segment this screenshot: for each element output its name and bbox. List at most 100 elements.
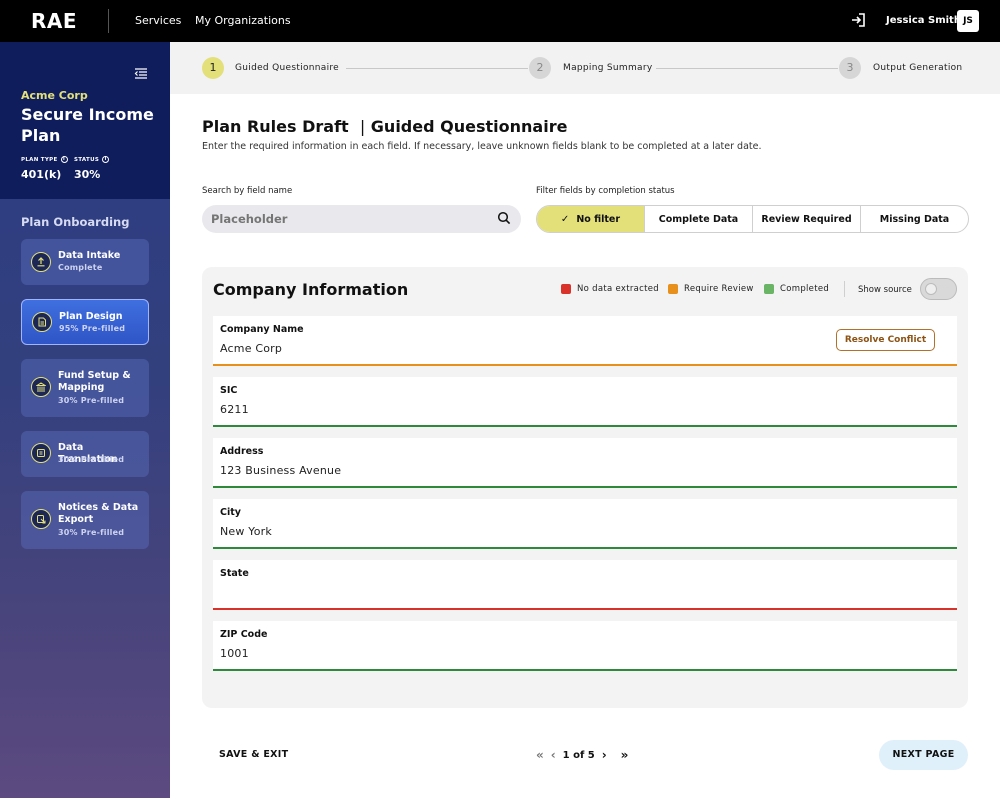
save-exit-button[interactable]: SAVE & EXIT [219, 749, 288, 760]
filter-label: Filter fields by completion status [536, 186, 675, 196]
stepper-label-1: Guided Questionnaire [235, 63, 340, 73]
search-input[interactable] [202, 205, 521, 233]
status-underline [213, 425, 957, 427]
first-page-icon[interactable]: « [536, 748, 544, 762]
page-title: Plan Rules Draft | Guided Questionnaire [202, 117, 568, 136]
legend-swatch-red [561, 284, 571, 294]
show-source-toggle[interactable] [920, 278, 957, 300]
prev-page-icon[interactable]: ‹ [551, 748, 556, 762]
completion-filter: ✓ No filter Complete Data Review Required… [536, 205, 969, 233]
onboarding-title: Plan Onboarding [21, 215, 130, 229]
field-value[interactable]: 123 Business Avenue [220, 464, 341, 477]
sidebar-step-fund-setup[interactable]: Fund Setup & Mapping 30% Pre-filled [21, 359, 149, 417]
stepper-label-2: Mapping Summary [563, 63, 653, 73]
stepper-line [346, 68, 528, 69]
app-logo[interactable]: RAE [31, 9, 77, 33]
toggle-knob [925, 283, 937, 295]
field-zip-code[interactable]: ZIP Code 1001 [213, 621, 957, 671]
page-indicator: 1 of 5 [562, 749, 595, 761]
next-page-button[interactable]: NEXT PAGE [879, 740, 968, 770]
resolve-conflict-button[interactable]: Resolve Conflict [836, 329, 935, 351]
stepper-step-1[interactable]: 1 [202, 57, 224, 79]
field-label: ZIP Code [220, 629, 268, 640]
search-label: Search by field name [202, 186, 293, 196]
step-subtitle: 30% Pre-filled [58, 528, 125, 537]
last-page-icon[interactable]: » [621, 748, 629, 762]
step-subtitle: 30% Pre-filled [58, 396, 125, 405]
status-underline [213, 364, 957, 366]
step-subtitle: Complete [58, 263, 103, 272]
legend-divider [844, 281, 845, 297]
stepper-line [656, 68, 838, 69]
sidebar: Acme Corp Secure Income Plan PLAN TYPE i … [0, 42, 170, 798]
field-label: City [220, 507, 241, 518]
plan-name: Secure Income Plan [21, 105, 154, 145]
document-icon [32, 312, 52, 332]
legend-completed: Completed [764, 284, 829, 294]
field-city[interactable]: City New York [213, 499, 957, 549]
nav-services[interactable]: Services [135, 14, 181, 27]
page-description: Enter the required information in each f… [202, 141, 762, 152]
field-label: Company Name [220, 324, 304, 335]
field-label: State [220, 568, 249, 579]
user-name[interactable]: Jessica Smith [886, 15, 961, 26]
step-title: Data Intake [58, 250, 121, 261]
next-page-icon[interactable]: › [602, 748, 607, 762]
plan-type-value: 401(k) [21, 168, 62, 181]
legend-require-review: Require Review [668, 284, 754, 294]
topbar-divider [108, 9, 109, 33]
legend-swatch-orange [668, 284, 678, 294]
field-sic[interactable]: SIC 6211 [213, 377, 957, 427]
progress-stepper: 1 Guided Questionnaire 2 Mapping Summary… [170, 42, 1000, 94]
sidebar-step-notices-export[interactable]: Notices & Data Export 30% Pre-filled [21, 491, 149, 549]
field-label: SIC [220, 385, 238, 396]
field-company-name[interactable]: Company Name Acme Corp Resolve Conflict [213, 316, 957, 366]
sidebar-plan-header: Acme Corp Secure Income Plan PLAN TYPE i … [0, 42, 170, 199]
field-address[interactable]: Address 123 Business Avenue [213, 438, 957, 488]
logout-icon[interactable] [850, 12, 866, 28]
step-title: Plan Design [59, 311, 123, 322]
show-source-label: Show source [858, 285, 912, 295]
filter-complete-data[interactable]: Complete Data [645, 206, 753, 232]
step-subtitle: 30% Pre-filled [58, 455, 125, 464]
filter-review-required[interactable]: Review Required [753, 206, 861, 232]
filter-missing-data[interactable]: Missing Data [861, 206, 968, 232]
pagination: « ‹ 1 of 5 › » [536, 747, 628, 763]
org-name: Acme Corp [21, 89, 88, 102]
stepper-step-3[interactable]: 3 [839, 57, 861, 79]
step-subtitle: 95% Pre-filled [59, 324, 126, 333]
sidebar-step-data-intake[interactable]: Data Intake Complete [21, 239, 149, 285]
field-value[interactable]: 6211 [220, 403, 249, 416]
upload-icon [31, 252, 51, 272]
translate-icon [31, 443, 51, 463]
field-value[interactable]: 1001 [220, 647, 249, 660]
step-title: Notices & Data Export [58, 502, 139, 525]
top-bar: RAE Services My Organizations Jessica Sm… [0, 0, 1000, 42]
export-icon [31, 509, 51, 529]
nav-my-organizations[interactable]: My Organizations [195, 14, 291, 27]
status-underline [213, 486, 957, 488]
field-value[interactable]: New York [220, 525, 272, 538]
check-icon: ✓ [560, 213, 570, 225]
search-icon[interactable] [497, 211, 511, 225]
sidebar-step-data-translation[interactable]: Data Translation 30% Pre-filled [21, 431, 149, 477]
stepper-step-2[interactable]: 2 [529, 57, 551, 79]
stepper-label-3: Output Generation [873, 63, 963, 73]
legend-no-data: No data extracted [561, 284, 659, 294]
status-underline [213, 547, 957, 549]
sidebar-step-plan-design[interactable]: Plan Design 95% Pre-filled [21, 299, 149, 345]
info-icon[interactable]: i [102, 156, 110, 163]
status-underline [213, 669, 957, 671]
field-value[interactable]: Acme Corp [220, 342, 282, 355]
company-information-panel: Company Information No data extracted Re… [202, 267, 968, 708]
step-title: Fund Setup & Mapping [58, 370, 131, 393]
bank-icon [31, 377, 51, 397]
field-state[interactable]: State [213, 560, 957, 610]
filter-no-filter[interactable]: ✓ No filter [537, 206, 645, 232]
avatar[interactable]: JS [957, 10, 979, 32]
status-underline [213, 608, 957, 610]
info-icon[interactable]: i [60, 156, 68, 163]
status-value: 30% [74, 168, 101, 181]
collapse-sidebar-icon[interactable] [134, 67, 148, 81]
panel-title: Company Information [213, 280, 409, 299]
